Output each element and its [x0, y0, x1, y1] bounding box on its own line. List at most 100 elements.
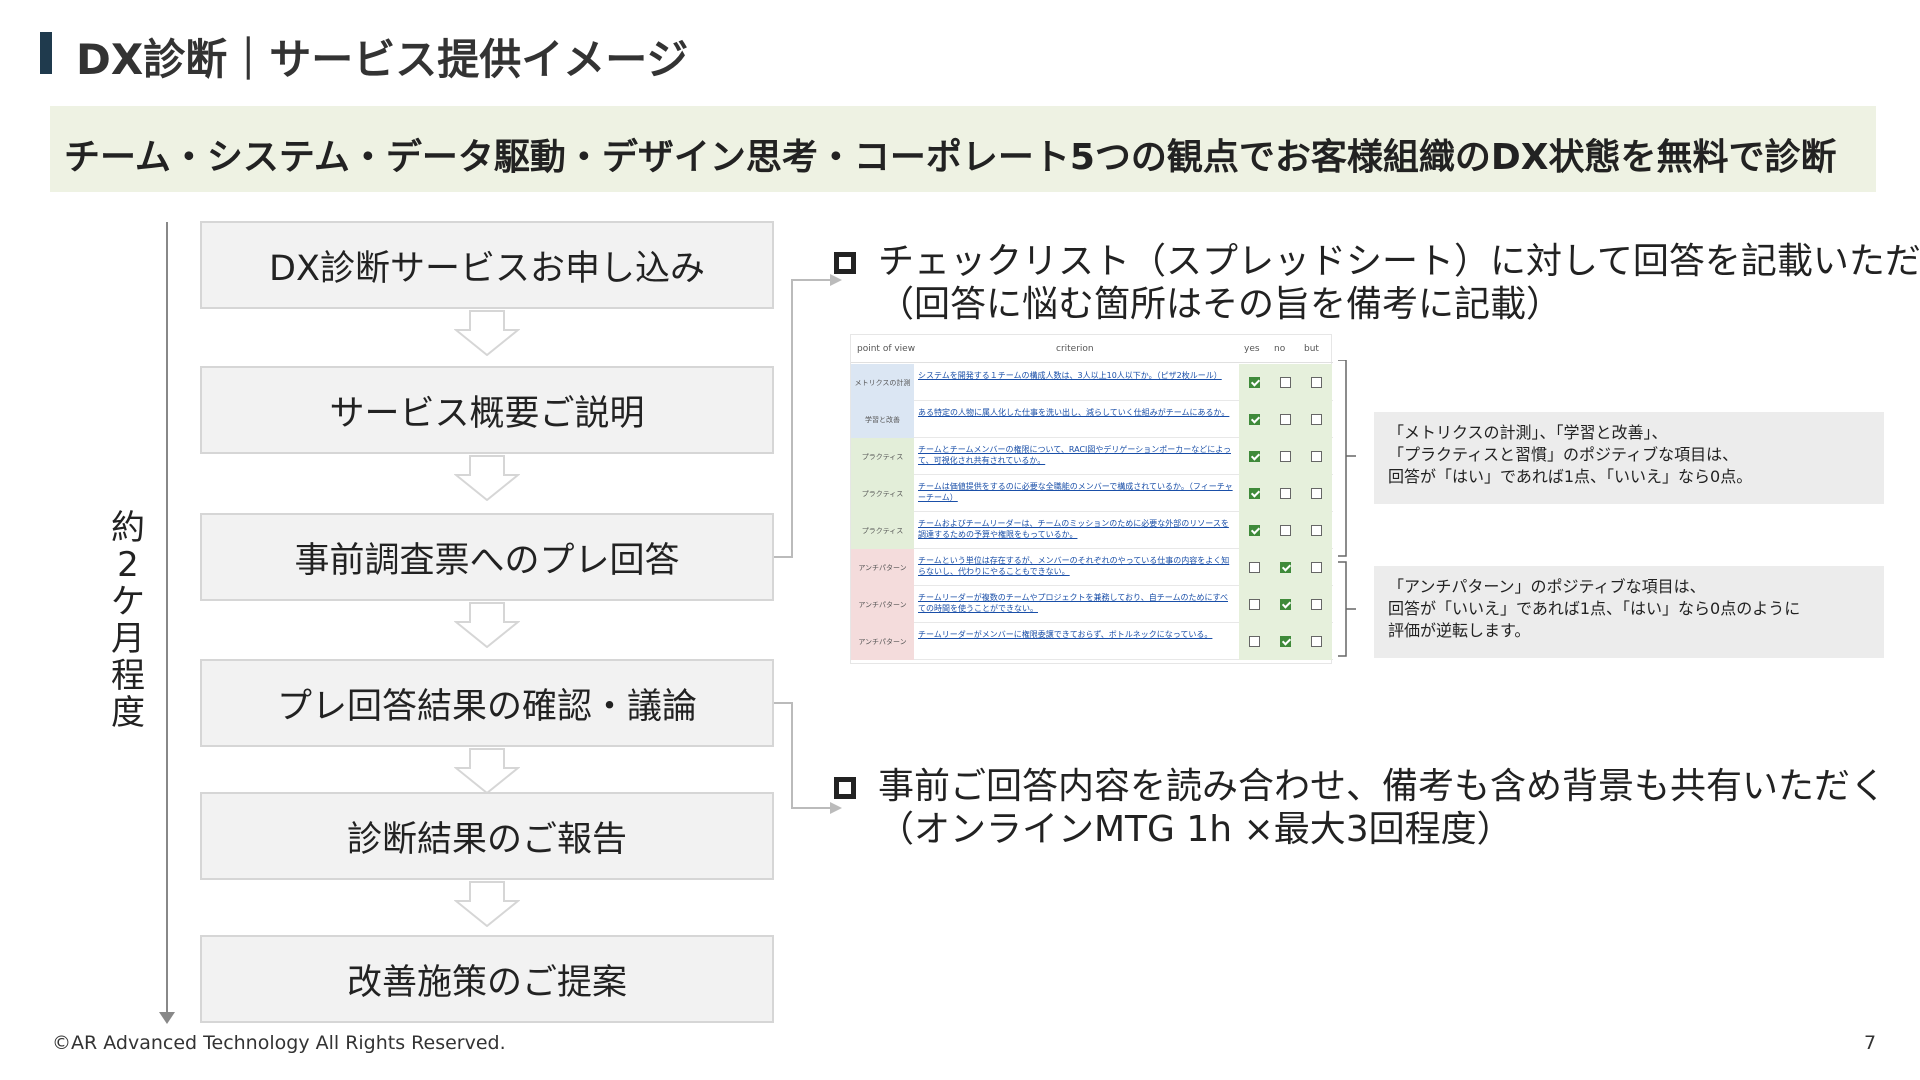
answer-cell-but [1301, 549, 1332, 586]
step-down-chevron-icon [454, 310, 520, 356]
checkbox-no[interactable] [1280, 377, 1291, 388]
checkbox-yes[interactable] [1249, 599, 1260, 610]
checkbox-yes[interactable] [1249, 414, 1260, 425]
group-brackets [1338, 360, 1356, 657]
checkbox-yes[interactable] [1249, 562, 1260, 573]
checkbox-no[interactable] [1280, 599, 1291, 610]
row-criterion: チームリーダーがメンバーに権限委譲できておらず、ボトルネックになっている。 [918, 630, 1213, 639]
step-down-chevron-icon [454, 881, 520, 927]
answer-cell-yes [1239, 438, 1270, 475]
bullet-line: （回答に悩む箇所はその旨を備考に記載） [878, 284, 1563, 325]
answer-cell-yes [1239, 512, 1270, 549]
row-category: 学習と改善 [851, 401, 914, 438]
row-criterion: ある特定の人物に属人化した仕事を洗い出し、減らしていく仕組みがチームにあるか。 [918, 408, 1230, 417]
checklist-row: アンチパターン チームリーダーがメンバーに権限委譲できておらず、ボトルネックになっ… [851, 623, 1333, 660]
checkbox-but[interactable] [1311, 414, 1322, 425]
checklist-row: メトリクスの計測 システムを開発する１チームの構成人数は、3人以上10人以下か。（… [851, 364, 1333, 401]
checkbox-but[interactable] [1311, 636, 1322, 647]
note-line: 「メトリクスの計測」、「学習と改善」、 [1388, 423, 1668, 442]
duration-char: ケ [111, 582, 145, 622]
bullet-line: チェックリスト（スプレッドシート）に対して回答を記載いただく [878, 241, 1920, 282]
duration-char: 程 [111, 656, 145, 696]
answer-cell-no [1270, 475, 1301, 512]
row-criterion: チームは価値提供をするのに必要な全職能のメンバーで構成されているか。（フィーチャ… [918, 482, 1233, 502]
checklist-row: プラクティス チームとチームメンバーの権限について、RACI図やデリゲーションポー… [851, 438, 1333, 475]
duration-char: 度 [111, 693, 145, 733]
answer-cell-but [1301, 438, 1332, 475]
header-point-of-view: point of view [857, 344, 916, 354]
bullet-checklist: チェックリスト（スプレッドシート）に対して回答を記載いただく （回答に悩む箇所は… [834, 240, 1920, 326]
step-down-chevron-icon [454, 602, 520, 648]
row-category: アンチパターン [851, 549, 914, 586]
answer-cell-no [1270, 586, 1301, 623]
checklist-row: プラクティス チームおよびチームリーダーは、チームのミッションのために必要な外部の… [851, 512, 1333, 549]
checkbox-but[interactable] [1311, 525, 1322, 536]
checklist-row: プラクティス チームは価値提供をするのに必要な全職能のメンバーで構成されているか。… [851, 475, 1333, 512]
checkbox-no[interactable] [1280, 525, 1291, 536]
row-criterion: チームおよびチームリーダーは、チームのミッションのために必要な外部のリソースを調… [918, 519, 1229, 539]
answer-cell-yes [1239, 549, 1270, 586]
header-but: but [1304, 344, 1319, 354]
row-category: プラクティス [851, 438, 914, 475]
duration-char: 2 [117, 545, 139, 585]
checklist-row: 学習と改善 ある特定の人物に属人化した仕事を洗い出し、減らしていく仕組みがチームに… [851, 401, 1333, 438]
answer-cell-no [1270, 401, 1301, 438]
answer-cell-no [1270, 549, 1301, 586]
checkbox-no[interactable] [1280, 451, 1291, 462]
copyright: ©AR Advanced Technology All Rights Reser… [52, 1032, 506, 1054]
answer-cell-no [1270, 623, 1301, 660]
answer-cell-but [1301, 475, 1332, 512]
answer-cell-no [1270, 364, 1301, 401]
checkbox-yes[interactable] [1249, 377, 1260, 388]
note-line: 回答が「いいえ」であれば1点、「はい」なら0点のように [1388, 599, 1801, 618]
row-criterion: システムを開発する１チームの構成人数は、3人以上10人以下か。（ピザ2枚ルール） [918, 371, 1222, 380]
checkbox-yes[interactable] [1249, 525, 1260, 536]
step-proposal: 改善施策のご提案 [200, 935, 774, 1023]
duration-char: 月 [111, 619, 145, 659]
row-category: プラクティス [851, 475, 914, 512]
checkbox-yes[interactable] [1249, 451, 1260, 462]
checkbox-but[interactable] [1311, 377, 1322, 388]
duration-line [166, 222, 168, 1015]
answer-cell-but [1301, 512, 1332, 549]
step-down-chevron-icon [454, 748, 520, 794]
sheet-header-row: point of view criterion yes no but [851, 335, 1333, 363]
answer-cell-but [1301, 401, 1332, 438]
answer-cell-no [1270, 512, 1301, 549]
checkbox-but[interactable] [1311, 599, 1322, 610]
answer-cell-but [1301, 623, 1332, 660]
checklist-row: アンチパターン チームという単位は存在するが、メンバーのそれぞれのやっている仕事の… [851, 549, 1333, 586]
answer-cell-yes [1239, 586, 1270, 623]
summary-banner: チーム・システム・データ駆動・デザイン思考・コーポレート5つの観点でお客様組織の… [50, 106, 1876, 192]
row-category: プラクティス [851, 512, 914, 549]
duration-label: 約 2 ケ 月 程 度 [106, 510, 150, 732]
checkbox-no[interactable] [1280, 414, 1291, 425]
note-line: 回答が「はい」であれば1点、「いいえ」なら0点。 [1388, 467, 1753, 486]
answer-cell-yes [1239, 401, 1270, 438]
square-bullet-icon [834, 777, 856, 799]
checkbox-yes[interactable] [1249, 636, 1260, 647]
step-report: 診断結果のご報告 [200, 792, 774, 880]
answer-cell-yes [1239, 623, 1270, 660]
page-title: DX診断｜サービス提供イメージ [76, 35, 689, 84]
note-line: 「アンチパターン」のポジティブな項目は、 [1388, 577, 1706, 596]
checklist-row: アンチパターン チームリーダーが複数のチームやプロジェクトを兼務しており、自チーム… [851, 586, 1333, 623]
note-line: 「プラクティスと習慣」のポジティブな項目は、 [1388, 445, 1739, 464]
title-accent-bar [40, 32, 52, 74]
bullet-meeting: 事前ご回答内容を読み合わせ、備考も含め背景も共有いただく （オンラインMTG 1… [834, 765, 1886, 851]
checkbox-no[interactable] [1280, 636, 1291, 647]
checkbox-but[interactable] [1311, 562, 1322, 573]
checkbox-but[interactable] [1311, 451, 1322, 462]
checkbox-no[interactable] [1280, 562, 1291, 573]
checklist-spreadsheet: point of view criterion yes no but メトリクス… [850, 334, 1333, 664]
step-down-chevron-icon [454, 455, 520, 501]
scoring-note-positive: 「メトリクスの計測」、「学習と改善」、 「プラクティスと習慣」のポジティブな項目… [1374, 412, 1884, 504]
checkbox-no[interactable] [1280, 488, 1291, 499]
duration-arrowhead [159, 1012, 175, 1024]
checkbox-but[interactable] [1311, 488, 1322, 499]
duration-char: 約 [111, 508, 145, 548]
step-pre-answer: 事前調査票へのプレ回答 [200, 513, 774, 601]
header-yes: yes [1244, 344, 1260, 354]
checkbox-yes[interactable] [1249, 488, 1260, 499]
summary-banner-text: チーム・システム・データ駆動・デザイン思考・コーポレート5つの観点でお客様組織の… [64, 137, 1837, 178]
